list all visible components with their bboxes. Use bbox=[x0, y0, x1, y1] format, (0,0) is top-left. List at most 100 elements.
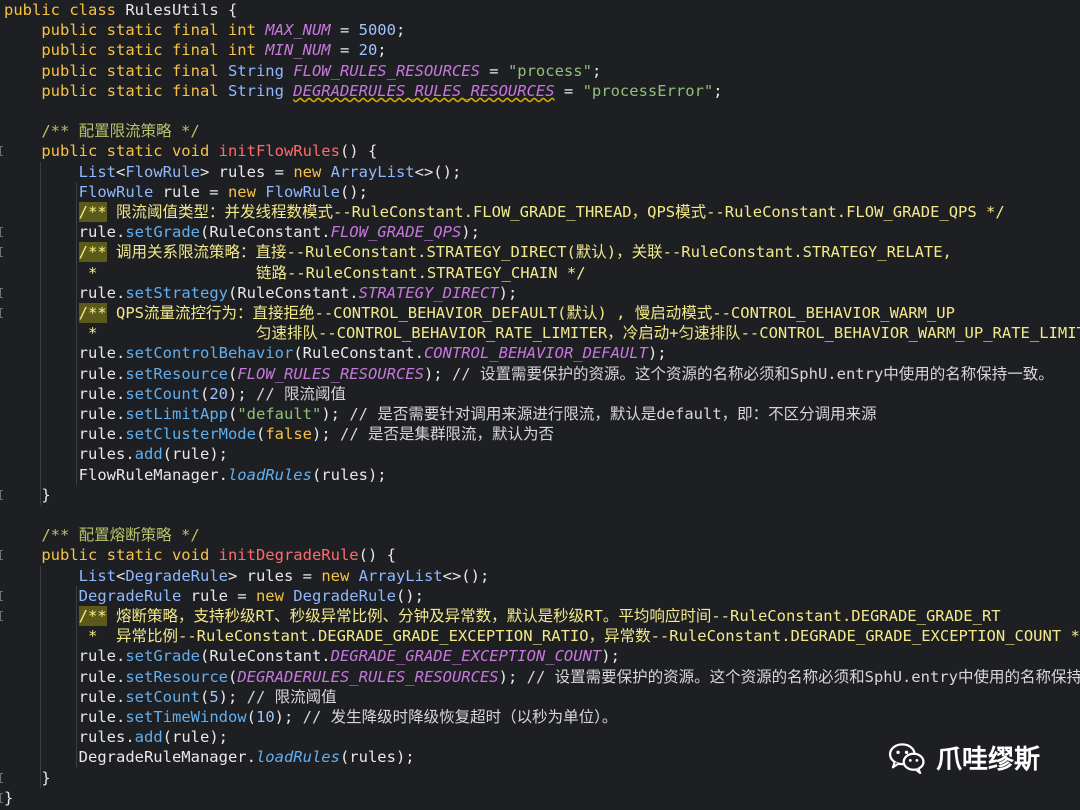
code-line[interactable]: } bbox=[4, 485, 50, 505]
code-line[interactable]: FlowRuleManager. loadRules (rules); bbox=[4, 465, 387, 485]
code-token: rule. bbox=[4, 283, 126, 302]
fold-marker[interactable] bbox=[0, 227, 3, 238]
code-token: setClusterMode bbox=[125, 425, 256, 444]
code-token: 20 bbox=[358, 41, 378, 60]
code-token: // 发生降级时降级恢复超时（以秒为单位）。 bbox=[302, 708, 618, 726]
code-token: // 是否需要针对调用来源进行限流，默认是default，即：不区分调用来源 bbox=[349, 405, 877, 423]
code-token: ; bbox=[377, 41, 387, 60]
code-token: List bbox=[4, 162, 116, 181]
code-token: rule = bbox=[181, 586, 256, 605]
code-token: (RuleConstant. bbox=[199, 647, 331, 666]
code-token: new bbox=[227, 182, 266, 201]
code-token: ); bbox=[321, 405, 350, 423]
code-token: DegradeRule bbox=[4, 586, 182, 605]
code-line[interactable]: public class RulesUtils { bbox=[4, 0, 237, 20]
fold-marker[interactable] bbox=[0, 772, 3, 783]
code-token: MAX_NUM bbox=[265, 21, 331, 40]
fold-marker[interactable] bbox=[0, 792, 3, 803]
code-line[interactable]: /** 调用关系限流策略：直接--RuleConstant.STRATEGY_D… bbox=[4, 242, 952, 263]
code-token: = bbox=[330, 21, 359, 40]
code-line[interactable]: DegradeRule rule = new DegradeRule (); bbox=[4, 586, 424, 606]
fold-marker[interactable] bbox=[0, 308, 3, 318]
fold-marker[interactable] bbox=[0, 550, 3, 561]
code-token: ( bbox=[246, 708, 256, 726]
code-token: rules. bbox=[4, 728, 135, 747]
code-token: rule = bbox=[153, 182, 228, 201]
code-line[interactable]: public static final int MIN_NUM = 20; bbox=[4, 40, 387, 60]
code-line[interactable]: rule. setResource(FLOW_RULES_RESOURCES); … bbox=[4, 364, 1054, 384]
code-line[interactable]: rule. setGrade (RuleConstant. DEGRADE_GRADE… bbox=[4, 646, 620, 666]
code-token: /** 配置限流策略 */ bbox=[4, 122, 200, 141]
code-token: initDegradeRule bbox=[218, 546, 359, 565]
code-line[interactable]: rule. setClusterMode(false); // 是否是集群限流，默… bbox=[4, 424, 554, 444]
code-line[interactable]: rule. setControlBehavior (RuleConstant. CON… bbox=[4, 343, 667, 363]
code-line[interactable]: List < FlowRule > rules = new ArrayList <>()… bbox=[4, 162, 462, 182]
code-token: setControlBehavior bbox=[125, 344, 294, 363]
fold-marker[interactable] bbox=[0, 287, 3, 298]
code-token: /** bbox=[78, 606, 107, 626]
code-token: () { bbox=[339, 142, 378, 161]
code-token: (RuleConstant. bbox=[199, 223, 331, 242]
code-line[interactable]: * 链路--RuleConstant.STRATEGY_CHAIN */ bbox=[4, 263, 586, 283]
code-token: ); bbox=[218, 687, 247, 706]
code-token: initFlowRules bbox=[218, 142, 340, 161]
code-editor[interactable]: public class RulesUtils { public static … bbox=[0, 0, 1080, 810]
code-token: > rules = bbox=[227, 566, 322, 585]
code-line[interactable]: public static final String DEGRADERULES_… bbox=[4, 81, 722, 101]
code-line[interactable]: rule. setTimeWindow(10); // 发生降级时降级恢复超时（以… bbox=[4, 707, 618, 727]
code-token: (RuleConstant. bbox=[293, 344, 424, 363]
fold-marker[interactable] bbox=[0, 489, 3, 500]
code-token: () { bbox=[358, 546, 396, 565]
code-line[interactable]: rules. add (rule); bbox=[4, 444, 228, 464]
code-token: ); bbox=[601, 647, 620, 666]
code-token: rule. bbox=[4, 364, 126, 383]
code-line[interactable]: rule. setResource(DEGRADERULES_RULES_RESO… bbox=[4, 667, 1080, 687]
code-token: 10 bbox=[256, 708, 275, 726]
code-token: "processError" bbox=[582, 81, 714, 100]
fold-marker[interactable] bbox=[0, 590, 3, 601]
code-line[interactable]: /** 限流阈值类型：并发线程数模式--RuleConstant.FLOW_GR… bbox=[4, 202, 1005, 222]
code-line[interactable]: rule. setCount(5); // 限流阈值 bbox=[4, 687, 337, 707]
code-token: setStrategy bbox=[125, 283, 228, 302]
code-token: FlowRule bbox=[265, 182, 340, 201]
code-token: (rule); bbox=[162, 445, 228, 464]
code-token: setResource bbox=[125, 364, 228, 383]
code-token: MIN_NUM bbox=[265, 41, 331, 60]
code-line[interactable]: * 异常比例--RuleConstant.DEGRADE_GRADE_EXCEP… bbox=[4, 626, 1080, 646]
code-token: loadRules bbox=[227, 465, 312, 484]
fold-marker[interactable] bbox=[0, 146, 3, 157]
code-token: FlowRule bbox=[4, 182, 154, 201]
code-line[interactable]: FlowRule rule = new FlowRule (); bbox=[4, 182, 368, 202]
code-line[interactable]: rule. setCount(20); // 限流阈值 bbox=[4, 384, 346, 404]
indent-guide bbox=[40, 161, 41, 505]
code-line[interactable]: /** 熔断策略，支持秒级RT、秒级异常比例、分钟及异常数，默认是秒级RT。平均… bbox=[4, 606, 1001, 626]
fold-marker[interactable] bbox=[0, 611, 3, 621]
code-token: public static void bbox=[4, 142, 219, 161]
code-line[interactable]: rule. setStrategy (RuleConstant. STRATEGY_D… bbox=[4, 283, 518, 303]
code-line[interactable]: /** 配置熔断策略 */ bbox=[4, 525, 200, 545]
code-line[interactable]: rules. add (rule); bbox=[4, 727, 228, 747]
code-line[interactable]: public static void initDegradeRule() { bbox=[4, 545, 396, 565]
code-token: List bbox=[4, 566, 116, 585]
indent-guide bbox=[40, 565, 41, 788]
code-token: ); bbox=[461, 223, 480, 242]
code-line[interactable]: * 匀速排队--CONTROL_BEHAVIOR_RATE_LIMITER，冷启… bbox=[4, 323, 1080, 343]
code-line[interactable]: } bbox=[4, 788, 13, 808]
code-token: public class bbox=[4, 1, 126, 19]
code-line[interactable]: /** 配置限流策略 */ bbox=[4, 121, 200, 141]
code-line[interactable]: public static final String FLOW_RULES_RE… bbox=[4, 61, 601, 81]
code-line[interactable]: List < DegradeRule > rules = new ArrayList <… bbox=[4, 566, 490, 586]
code-token: ArrayList bbox=[330, 162, 415, 181]
code-token: ArrayList bbox=[358, 566, 443, 585]
code-line[interactable]: public static final int MAX_NUM = 5000; bbox=[4, 20, 405, 40]
code-token: ( bbox=[199, 687, 210, 706]
code-line[interactable]: } bbox=[4, 768, 50, 788]
code-line[interactable]: public static void initFlowRules() { bbox=[4, 141, 377, 161]
code-token: /** 配置熔断策略 */ bbox=[4, 526, 200, 545]
code-line[interactable]: DegradeRuleManager. loadRules (rules); bbox=[4, 747, 415, 767]
code-line[interactable]: /** QPS流量流控行为：直接拒绝--CONTROL_BEHAVIOR_DEF… bbox=[4, 303, 955, 323]
code-token: FLOW_RULES_RESOURCES bbox=[237, 364, 424, 383]
fold-marker[interactable] bbox=[0, 247, 3, 258]
code-token: "default" bbox=[237, 405, 322, 423]
code-line[interactable]: rule. setLimitApp("default"); // 是否需要针对调用… bbox=[4, 404, 877, 424]
